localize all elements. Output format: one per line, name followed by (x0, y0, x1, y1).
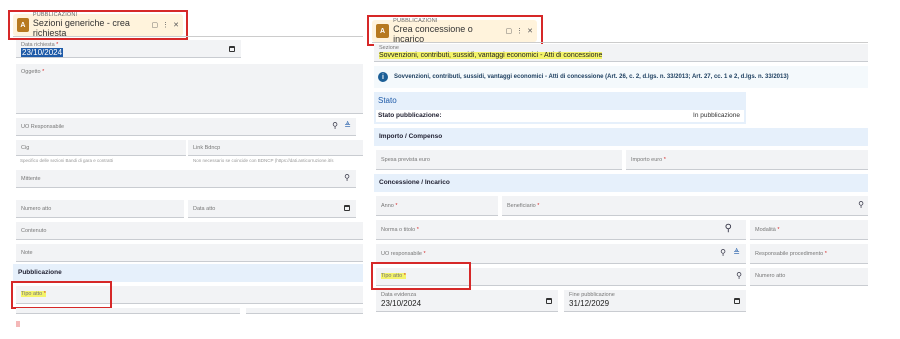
cig-label: Cig (21, 145, 30, 151)
importo-section: Importo / Compenso (374, 128, 868, 146)
data-atto-label: Data atto (193, 206, 216, 212)
cig-helper: Specifico delle sezioni Bandi di gara e … (20, 158, 114, 163)
spesa-prevista-label: Spesa prevista euro (381, 157, 430, 163)
calendar-icon[interactable] (344, 205, 350, 211)
calendar-icon[interactable] (546, 298, 552, 304)
uo-responsabile-label: UO Responsabile (21, 124, 65, 130)
cig-field[interactable]: Cig (16, 140, 186, 156)
concessione-title: Concessione / Incarico (379, 179, 450, 186)
info-banner: i Sovvenzioni, contributi, sussidi, vant… (374, 66, 868, 88)
concessione-section: Concessione / Incarico (374, 174, 868, 192)
mittente-field[interactable]: Mittente ⚲ (16, 170, 356, 188)
stato-section: Stato Stato pubblicazione: In pubblicazi… (374, 92, 746, 124)
annotation-box (371, 262, 471, 290)
norma-label: Norma o titolo * (381, 227, 419, 233)
sezione-label: Sezione (379, 45, 399, 51)
anno-label: Anno * (381, 203, 398, 209)
note-label: Note (21, 250, 33, 256)
numero-atto-label: Numero atto (21, 206, 52, 212)
data-richiesta-field[interactable]: Data richiesta * 23/10/2024 (16, 40, 241, 58)
info-text: Sovvenzioni, contributi, sussidi, vantag… (394, 74, 789, 80)
search-icon[interactable]: ⚲ (720, 248, 726, 257)
hidden-field-2[interactable] (246, 308, 363, 314)
note-field[interactable]: Note (16, 244, 363, 262)
divider (13, 36, 363, 37)
annotation-box (11, 281, 112, 309)
modalita-field[interactable]: Modalità * (750, 220, 868, 240)
importo-title: Importo / Compenso (379, 133, 443, 140)
stato-label: Stato pubblicazione: (378, 112, 442, 119)
spesa-prevista-field[interactable]: Spesa prevista euro (376, 150, 622, 170)
search-icon[interactable]: ⚲ (332, 121, 338, 130)
tree-icon[interactable]: ≜ (733, 248, 740, 257)
data-evidenza-field[interactable]: Data evidenza 23/10/2024 (376, 290, 558, 312)
stato-value: In pubblicazione (693, 112, 740, 119)
search-icon[interactable]: ⚲ (736, 271, 742, 280)
link-bdncp-field[interactable]: Link Bdncp (188, 140, 363, 156)
numero-atto-field[interactable]: Numero atto (750, 268, 868, 286)
responsabile-procedimento-field[interactable]: Responsabile procedimento * (750, 244, 868, 264)
search-icon[interactable]: ⚲ (725, 223, 732, 234)
tree-icon[interactable]: ≜ (344, 121, 351, 130)
numero-atto-label: Numero atto (755, 273, 786, 279)
oggetto-field[interactable]: Oggetto * (16, 64, 363, 114)
mittente-label: Mittente (21, 176, 41, 182)
importo-euro-field[interactable]: Importo euro * (626, 150, 868, 170)
uo-responsabile-field[interactable]: UO responsabile * ⚲ ≜ (376, 244, 746, 264)
anno-field[interactable]: Anno * (376, 196, 498, 216)
sezione-value: Sovvenzioni, contributi, sussidi, vantag… (379, 52, 603, 59)
divider (372, 42, 868, 43)
hidden-field-1[interactable] (16, 308, 240, 314)
small-marker (16, 321, 20, 327)
calendar-icon[interactable] (229, 46, 235, 52)
importo-euro-label: Importo euro * (631, 157, 666, 163)
data-atto-field[interactable]: Data atto (188, 200, 356, 218)
contenuto-field[interactable]: Contenuto (16, 222, 363, 240)
modalita-label: Modalità * (755, 227, 780, 233)
data-evidenza-value: 23/10/2024 (381, 299, 422, 308)
contenuto-label: Contenuto (21, 228, 47, 234)
stato-row: Stato pubblicazione: In pubblicazione (376, 110, 744, 122)
link-bdncp-helper: Non necessario se coincide con BDNCP (ht… (193, 158, 334, 163)
stato-title: Stato (378, 96, 397, 105)
responsabile-label: Responsabile procedimento * (755, 251, 827, 257)
oggetto-label: Oggetto * (21, 69, 45, 75)
norma-field[interactable]: Norma o titolo * ⚲ (376, 220, 746, 240)
sezione-field[interactable]: Sezione Sovvenzioni, contributi, sussidi… (374, 44, 868, 62)
numero-atto-field[interactable]: Numero atto (16, 200, 184, 218)
fine-pubblicazione-field[interactable]: Fine pubblicazione 31/12/2029 (564, 290, 746, 312)
data-evidenza-label: Data evidenza (381, 292, 417, 298)
pubblicazione-title: Pubblicazione (18, 269, 62, 276)
info-icon: i (378, 72, 388, 82)
calendar-icon[interactable] (734, 298, 740, 304)
uo-responsabile-field[interactable]: UO Responsabile ⚲ ≜ (16, 118, 356, 136)
beneficiario-label: Beneficiario * (507, 203, 540, 209)
pubblicazione-section: Pubblicazione (13, 264, 363, 282)
data-richiesta-value: 23/10/2024 (21, 48, 64, 57)
search-icon[interactable]: ⚲ (858, 200, 864, 209)
link-bdncp-label: Link Bdncp (193, 145, 221, 151)
uo-responsabile-label: UO responsabile * (381, 251, 426, 257)
fine-pubblicazione-value: 31/12/2029 (569, 299, 610, 308)
fine-pubblicazione-label: Fine pubblicazione (569, 292, 615, 298)
search-icon[interactable]: ⚲ (344, 173, 350, 182)
beneficiario-field[interactable]: Beneficiario * ⚲ (502, 196, 868, 216)
